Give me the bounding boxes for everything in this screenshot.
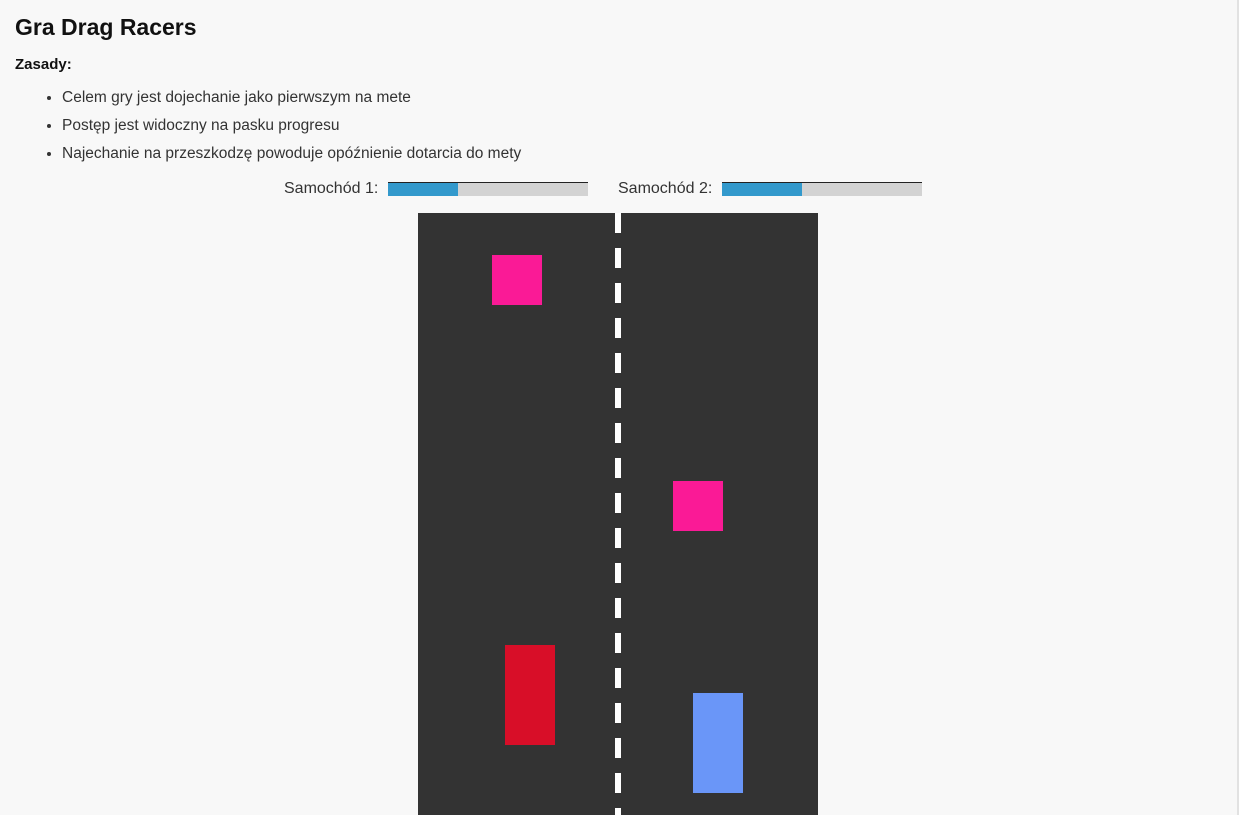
car2-progress-label: Samochód 2: [618, 180, 713, 197]
car1-progress-bar [388, 182, 589, 196]
car1-progress-fill [388, 183, 459, 196]
rule-item: Najechanie na przeszkodzę powoduje opóźn… [62, 140, 521, 168]
obstacle-lane2 [673, 481, 723, 531]
page-title: Gra Drag Racers [15, 14, 197, 40]
obstacle-lane1 [492, 255, 542, 305]
rules-heading: Zasady: [15, 56, 72, 73]
rule-item: Celem gry jest dojechanie jako pierwszym… [62, 84, 521, 112]
car2-player [693, 693, 743, 793]
car1-progress-label: Samochód 1: [284, 180, 379, 197]
car1-player [505, 645, 555, 745]
rule-item: Postęp jest widoczny na pasku progresu [62, 112, 521, 140]
race-track [418, 213, 818, 815]
car1-progress: Samochód 1: [284, 180, 589, 198]
car2-progress: Samochód 2: [618, 180, 923, 198]
car2-progress-bar [722, 182, 923, 196]
page: Gra Drag Racers Zasady: Celem gry jest d… [0, 0, 1239, 815]
car2-progress-fill [722, 183, 803, 196]
rules-list: Celem gry jest dojechanie jako pierwszym… [22, 84, 521, 168]
lane-divider [615, 213, 621, 815]
